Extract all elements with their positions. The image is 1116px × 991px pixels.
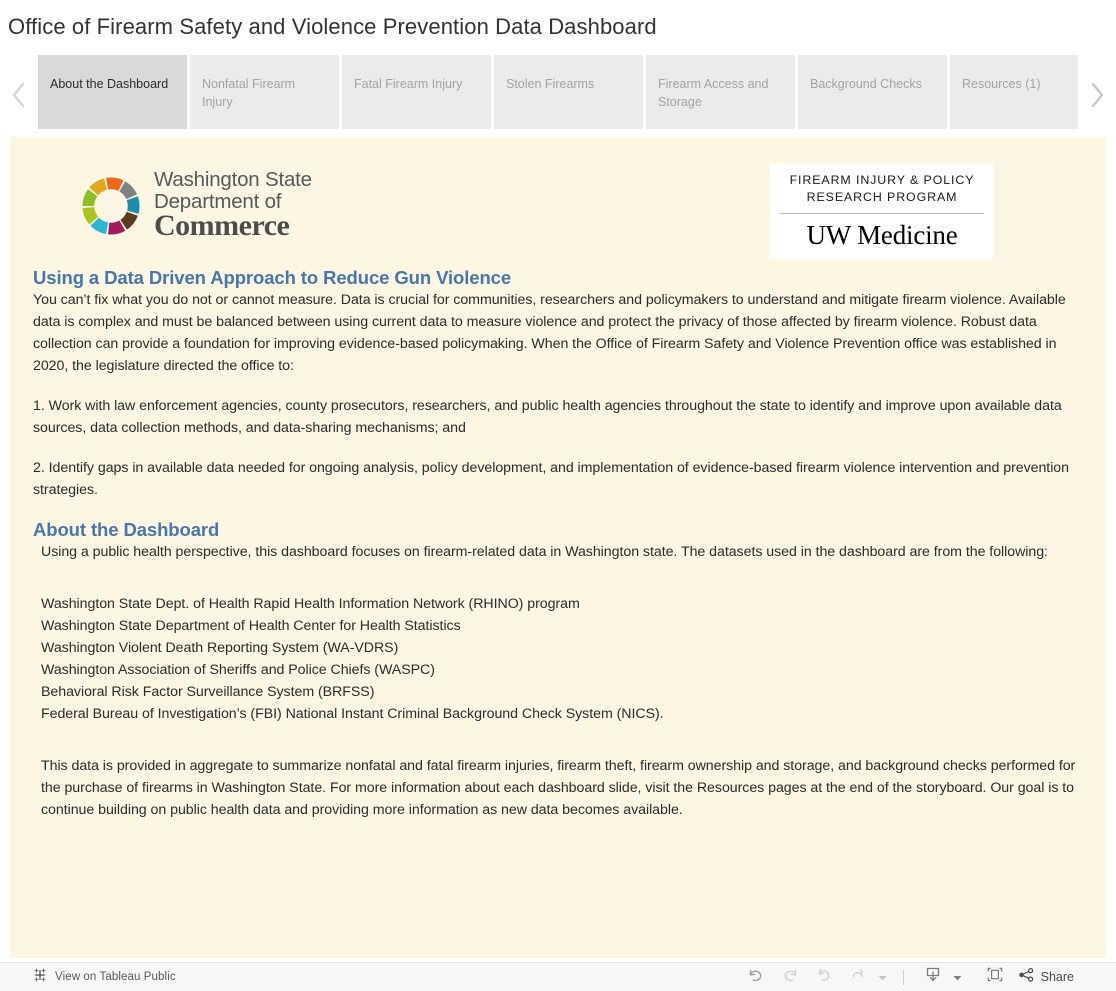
tableau-logo-icon [33, 968, 47, 987]
tab-background-checks[interactable]: Background Checks [798, 55, 947, 129]
undo-icon [747, 967, 765, 988]
refresh-dropdown[interactable] [875, 964, 891, 990]
tableau-toolbar: View on Tableau Public Share [0, 962, 1116, 991]
logo-row: Washington State Department of Commerce … [10, 137, 1106, 267]
undo-button[interactable] [739, 964, 773, 990]
tab-stolen-firearms[interactable]: Stolen Firearms [494, 55, 643, 129]
firp-line-1: FIREARM INJURY & POLICY [789, 173, 975, 187]
tab-resources[interactable]: Resources (1) [950, 55, 1078, 129]
toolbar-divider [902, 969, 904, 985]
data-source-item: Federal Bureau of Investigation’s (FBI) … [41, 706, 664, 722]
fullscreen-button[interactable] [978, 964, 1012, 990]
tab-label: Resources (1) [962, 77, 1041, 91]
view-on-tableau-public-link[interactable]: View on Tableau Public [0, 968, 176, 987]
chevron-right-icon [1088, 80, 1106, 110]
share-button[interactable]: Share [1018, 967, 1074, 988]
tab-about-the-dashboard[interactable]: About the Dashboard [38, 55, 187, 129]
page-title: Office of Firearm Safety and Violence Pr… [8, 14, 657, 39]
download-dropdown[interactable] [950, 964, 966, 990]
caret-down-icon [953, 968, 962, 986]
tab-nonfatal-firearm-injury[interactable]: Nonfatal Firearm Injury [190, 55, 339, 129]
directive-2: 2. Identify gaps in available data neede… [33, 460, 1069, 498]
toolbar-buttons: Share [739, 964, 1116, 990]
caret-down-icon [878, 968, 887, 986]
revert-icon [815, 967, 833, 988]
data-source-item: Washington Violent Death Reporting Syste… [41, 640, 399, 656]
commerce-pinwheel-logo-icon [80, 175, 142, 237]
tab-firearm-access-and-storage[interactable]: Firearm Access and Storage [646, 55, 795, 129]
redo-button[interactable] [773, 964, 807, 990]
firp-program-name: FIREARM INJURY & POLICY RESEARCH PROGRAM [770, 171, 994, 213]
revert-button[interactable] [807, 964, 841, 990]
data-source-item: Washington State Dept. of Health Rapid H… [41, 596, 580, 612]
tab-label: Stolen Firearms [506, 77, 595, 91]
story-tab-strip: About the Dashboard Nonfatal Firearm Inj… [0, 55, 1116, 135]
story-content-panel: Washington State Department of Commerce … [10, 137, 1106, 958]
tab-label: Background Checks [810, 77, 922, 91]
download-button[interactable] [916, 964, 950, 990]
firp-line-2: RESEARCH PROGRAM [806, 190, 958, 204]
share-label: Share [1040, 970, 1074, 984]
intro-paragraph: You can’t fix what you do not or cannot … [33, 292, 1066, 374]
commerce-line-3: Commerce [154, 209, 290, 242]
story-body: Using a Data Driven Approach to Reduce G… [10, 267, 1106, 821]
commerce-wordmark: Washington State Department of Commerce [154, 168, 312, 242]
redo-icon [781, 967, 799, 988]
uw-medicine-wordmark: UW Medicine [806, 220, 958, 250]
data-sources-list: Washington State Dept. of Health Rapid H… [33, 593, 1084, 725]
closing-paragraph: This data is provided in aggregate to su… [41, 758, 1076, 818]
story-tabs: About the Dashboard Nonfatal Firearm Inj… [38, 55, 1078, 129]
uw-divider [780, 213, 984, 214]
data-source-item: Behavioral Risk Factor Surveillance Syst… [41, 684, 375, 700]
story-prev-arrow[interactable] [0, 55, 38, 135]
data-source-item: Washington Association of Sheriffs and P… [41, 662, 435, 678]
commerce-line-1: Washington State [154, 168, 312, 191]
fullscreen-icon [986, 966, 1004, 988]
about-the-dashboard-heading: About the Dashboard [33, 519, 220, 540]
view-on-tableau-public-label: View on Tableau Public [55, 971, 176, 983]
refresh-icon [849, 967, 867, 988]
main-heading: Using a Data Driven Approach to Reduce G… [33, 267, 512, 288]
refresh-button[interactable] [841, 964, 875, 990]
download-icon [924, 966, 942, 988]
tab-label: Firearm Access and Storage [658, 77, 769, 109]
data-source-item: Washington State Department of Health Ce… [41, 618, 461, 634]
share-icon [1018, 967, 1035, 988]
tab-label: Nonfatal Firearm Injury [202, 77, 296, 109]
about-intro-paragraph: Using a public health perspective, this … [41, 544, 1048, 560]
tab-label: About the Dashboard [50, 77, 169, 91]
tab-fatal-firearm-injury[interactable]: Fatal Firearm Injury [342, 55, 491, 129]
directive-1: 1. Work with law enforcement agencies, c… [33, 398, 1062, 436]
uw-medicine-logo: FIREARM INJURY & POLICY RESEARCH PROGRAM… [770, 163, 994, 259]
chevron-left-icon [10, 80, 28, 110]
tab-label: Fatal Firearm Injury [354, 77, 463, 91]
commerce-logo: Washington State Department of Commerce [80, 168, 312, 242]
story-next-arrow[interactable] [1078, 55, 1116, 135]
